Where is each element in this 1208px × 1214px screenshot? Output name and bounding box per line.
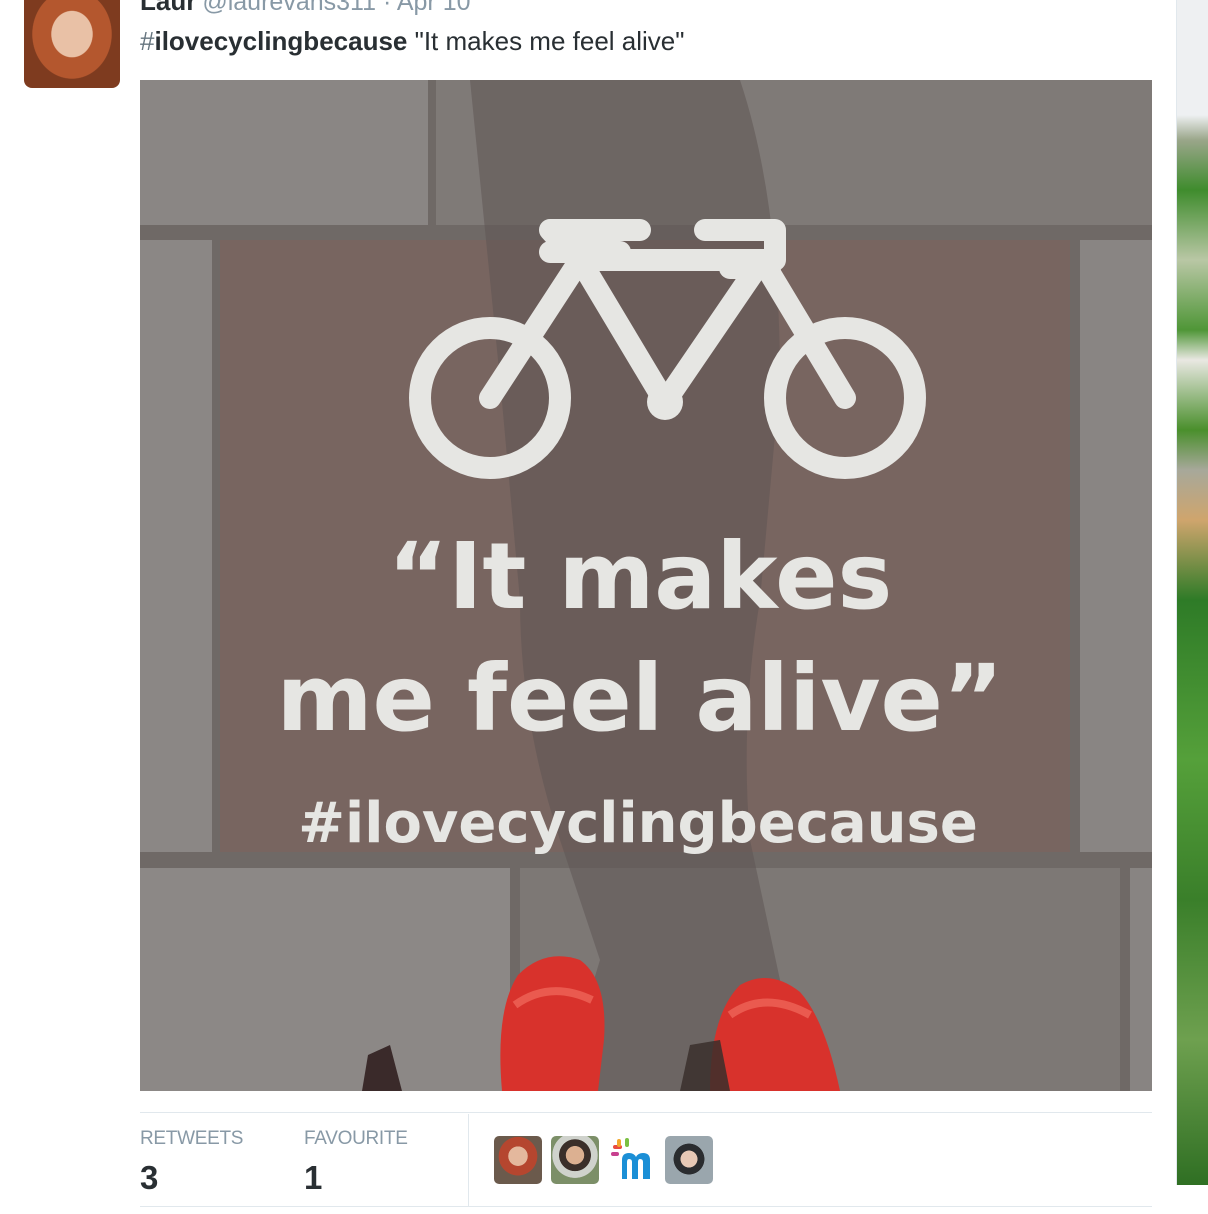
favoriter-avatar-3[interactable] [608, 1136, 656, 1184]
author-name[interactable]: Laur [140, 0, 196, 16]
tweet-date: Apr 10 [396, 0, 471, 16]
favoriter-avatar-2[interactable] [551, 1136, 599, 1184]
stats-divider-top [140, 1112, 1152, 1113]
tweet-photo[interactable]: “It makes me feel alive” #ilovecyclingbe… [140, 80, 1152, 1091]
favoriter-avatar-4[interactable] [665, 1136, 713, 1184]
author-avatar[interactable] [24, 0, 120, 88]
retweets-count: 3 [140, 1159, 159, 1196]
tweet-body: "It makes me feel alive" [407, 26, 685, 56]
photo-line-2: me feel alive” [277, 645, 1004, 752]
photo-line-3: #ilovecyclingbecause [298, 791, 978, 856]
stats-separator [468, 1114, 469, 1206]
favourites-stat[interactable]: FAVOURITE 1 [304, 1128, 408, 1197]
favoriter-avatar-1[interactable] [494, 1136, 542, 1184]
tweet-header: Laur @laurevans311 · Apr 10 [140, 0, 471, 17]
tweet-text: #ilovecyclingbecause "It makes me feel a… [140, 26, 685, 57]
favourites-count: 1 [304, 1159, 323, 1196]
favoriter-avatars [494, 1136, 713, 1184]
photo-line-1: “It makes [388, 523, 893, 630]
hashtag-link[interactable]: #ilovecyclingbecause [140, 26, 407, 56]
retweets-stat[interactable]: RETWEETS 3 [140, 1128, 243, 1197]
retweets-label: RETWEETS [140, 1128, 244, 1149]
stats-divider-bottom [140, 1206, 1152, 1207]
favourites-label: FAVOURITE [304, 1128, 408, 1149]
adjacent-photo-edge [1176, 0, 1208, 1185]
author-handle[interactable]: @laurevans311 · Apr 10 [202, 0, 470, 16]
